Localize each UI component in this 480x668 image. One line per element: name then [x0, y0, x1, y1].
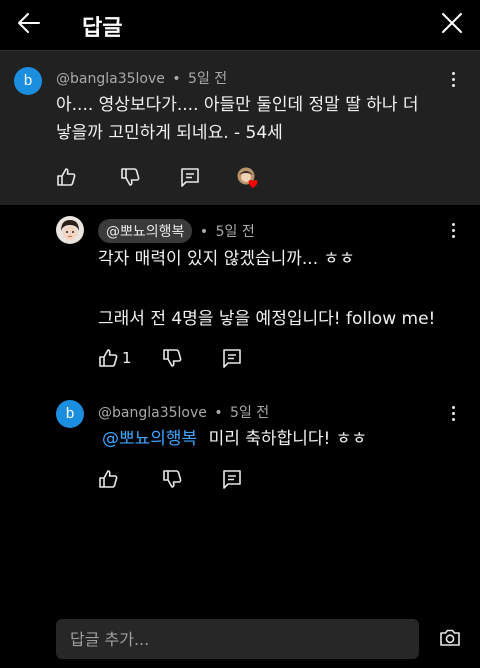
header-bar: 답글: [0, 0, 480, 50]
comment-time: 5일 전: [230, 405, 270, 421]
comment-text-line: 미리 축하합니다! ㅎㅎ: [208, 429, 367, 449]
reply-button[interactable]: [179, 166, 201, 188]
comment-text-line: 아.... 영상보다가.... 아들만 둘인데 정말 딸 하나 더: [56, 95, 419, 115]
thumbs-down-icon: [163, 349, 182, 367]
mention-link[interactable]: @뽀뇨의행복: [102, 429, 197, 449]
comment-icon: [181, 168, 199, 187]
avatar[interactable]: [56, 216, 84, 244]
arrow-left-icon: [18, 13, 40, 33]
more-options-button[interactable]: [443, 69, 463, 93]
dislike-button[interactable]: [161, 468, 183, 490]
like-button[interactable]: [97, 347, 119, 369]
more-options-button[interactable]: [443, 220, 463, 244]
back-button[interactable]: [14, 8, 44, 38]
thumbs-down-icon: [163, 470, 182, 488]
author-name[interactable]: @뽀뇨의행복: [98, 219, 193, 243]
thumbs-up-icon: [99, 470, 118, 488]
creator-heart-badge: [237, 167, 259, 189]
reply-button[interactable]: [221, 347, 243, 369]
thumbs-up-icon: [99, 349, 118, 367]
camera-button[interactable]: [438, 626, 462, 650]
meta-separator: •: [199, 224, 209, 240]
creator-avatar-icon: [237, 167, 258, 188]
comment-time: 5일 전: [188, 71, 228, 87]
reply-composer: [56, 619, 419, 659]
parent-comment: b @bangla35love • 5일 전 아.... 영상보다가.... 아…: [0, 51, 480, 205]
more-options-button[interactable]: [443, 403, 463, 427]
comment-text-line: 낳을까 고민하게 되네요. - 54세: [56, 123, 283, 143]
camera-icon: [440, 629, 460, 646]
comment-text-line: 그래서 전 4명을 낳을 예정입니다! follow me!: [98, 309, 436, 329]
close-button[interactable]: [437, 8, 467, 38]
reply-button[interactable]: [221, 468, 243, 490]
like-button[interactable]: [55, 166, 77, 188]
avatar[interactable]: b: [14, 67, 42, 95]
dislike-button[interactable]: [119, 166, 141, 188]
comment-meta: @뽀뇨의행복 • 5일 전: [98, 219, 255, 243]
comment-time: 5일 전: [215, 224, 255, 240]
page-title: 답글: [82, 16, 123, 41]
close-icon: [442, 13, 462, 33]
author-name[interactable]: @bangla35love: [56, 71, 165, 87]
comment-text: @뽀뇨의행복 미리 축하합니다! ㅎㅎ: [102, 425, 452, 453]
comment-icon: [223, 349, 241, 368]
like-button[interactable]: [97, 468, 119, 490]
author-name[interactable]: @bangla35love: [98, 405, 207, 421]
comment-icon: [223, 470, 241, 489]
comment-text-line: 각자 매력이 있지 않겠습니까... ㅎㅎ: [98, 249, 355, 269]
meta-separator: •: [214, 405, 223, 421]
reply-input[interactable]: [56, 619, 419, 659]
thumbs-down-icon: [121, 168, 140, 186]
meta-separator: •: [172, 71, 181, 87]
like-count: 1: [122, 349, 132, 367]
comment-meta: @bangla35love • 5일 전: [56, 68, 227, 88]
comment-meta: @bangla35love • 5일 전: [98, 402, 269, 422]
comment-text: 아.... 영상보다가.... 아들만 둘인데 정말 딸 하나 더 낳을까 고민…: [56, 91, 456, 147]
baby-avatar-icon: [56, 216, 84, 244]
thumbs-up-icon: [57, 168, 76, 186]
dislike-button[interactable]: [161, 347, 183, 369]
avatar[interactable]: b: [56, 400, 84, 428]
